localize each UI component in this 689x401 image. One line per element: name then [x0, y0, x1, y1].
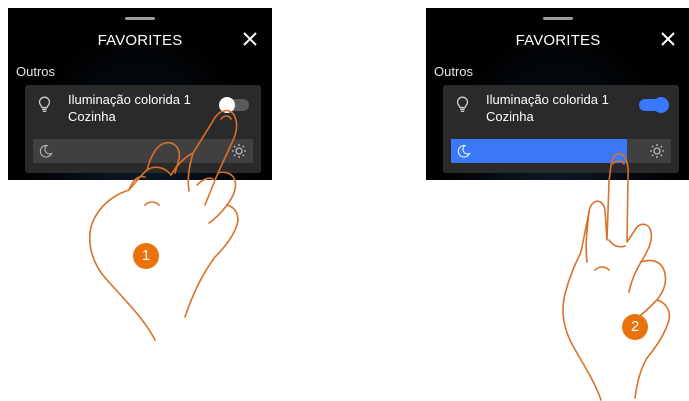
- power-toggle[interactable]: [219, 97, 249, 113]
- panel-title: FAVORITES: [97, 32, 183, 49]
- toggle-knob: [219, 97, 235, 113]
- section-label: Outros: [16, 64, 56, 79]
- device-card: Iluminação colorida 1 Cozinha: [25, 85, 261, 173]
- brightness-slider[interactable]: [451, 139, 671, 163]
- device-name: Iluminação colorida 1: [68, 92, 191, 107]
- sun-icon: [232, 144, 246, 158]
- step-number-badge: 2: [622, 314, 648, 340]
- power-toggle[interactable]: [639, 97, 669, 113]
- device-name: Iluminação colorida 1: [486, 92, 609, 107]
- moon-icon: [39, 144, 53, 158]
- brightness-fill: [451, 139, 627, 163]
- device-room: Cozinha: [486, 109, 534, 124]
- brightness-slider[interactable]: [33, 139, 253, 163]
- hand-slide-icon: [562, 153, 671, 401]
- drag-handle[interactable]: [125, 17, 155, 20]
- sun-icon: [650, 144, 664, 158]
- close-icon[interactable]: [660, 31, 676, 47]
- section-label: Outros: [434, 64, 474, 79]
- drag-handle[interactable]: [543, 17, 573, 20]
- device-card: Iluminação colorida 1 Cozinha: [443, 85, 679, 173]
- bulb-icon: [38, 96, 51, 112]
- close-icon[interactable]: [242, 31, 258, 47]
- device-room: Cozinha: [68, 109, 116, 124]
- toggle-knob: [653, 97, 669, 113]
- bulb-icon: [456, 96, 469, 112]
- favorites-panel-1: FAVORITES Outros Iluminação colorida 1 C…: [8, 8, 272, 180]
- panel-title: FAVORITES: [515, 32, 601, 49]
- moon-icon: [457, 144, 471, 158]
- step-number-badge: 1: [133, 243, 159, 269]
- favorites-panel-2: FAVORITES Outros Iluminação colorida 1 C…: [426, 8, 689, 180]
